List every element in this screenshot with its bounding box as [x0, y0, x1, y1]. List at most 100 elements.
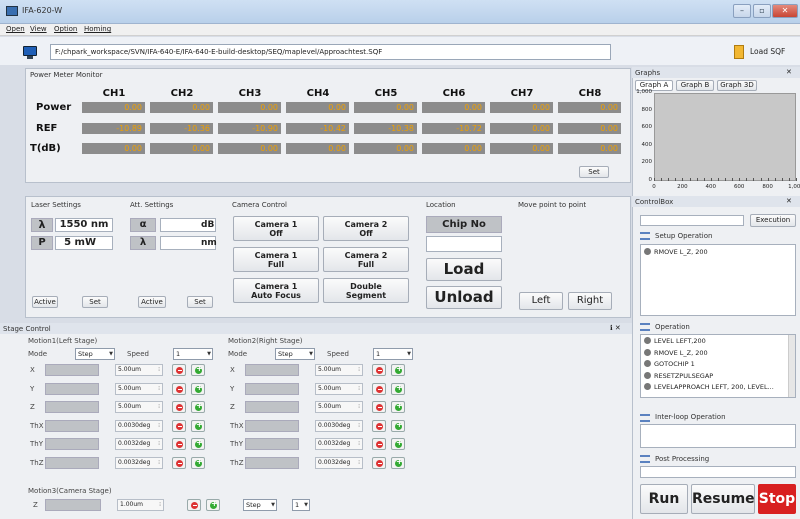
motion2-z-plus-icon[interactable] — [391, 401, 405, 413]
motion2-x-minus-icon[interactable] — [372, 364, 386, 376]
motion1-y-step[interactable]: 5.00um — [115, 382, 163, 395]
motion2-x-plus-icon[interactable] — [391, 364, 405, 376]
operation-item[interactable]: GOTOCHIP 1 — [644, 360, 786, 368]
laser-active-button[interactable]: Active — [32, 296, 58, 308]
motion1-x-step[interactable]: 5.00um — [115, 364, 163, 376]
interloop-list[interactable] — [640, 424, 796, 448]
motion2-thz-minus-icon[interactable] — [372, 456, 386, 469]
x-tick-mark — [689, 178, 691, 181]
minimize-button[interactable]: – — [733, 4, 751, 18]
run-button[interactable]: Run — [640, 484, 688, 514]
execution-button[interactable]: Execution — [750, 214, 796, 227]
motion1-thx-step[interactable]: 0.0030deg — [115, 419, 163, 432]
power-meter-set-button[interactable]: Set — [579, 166, 609, 178]
motion1-z-step[interactable]: 5.00um — [115, 401, 163, 413]
motion2-z-minus-icon[interactable] — [372, 401, 386, 413]
menu-open[interactable]: Open — [6, 25, 25, 33]
move-right-button[interactable]: Right — [568, 292, 612, 310]
operation-item[interactable]: RMOVE L_Z, 200 — [644, 348, 786, 357]
motion2-thx-minus-icon[interactable] — [372, 419, 386, 432]
motion1-thz-minus-icon[interactable] — [172, 456, 186, 469]
motion3-mode-select[interactable]: Step — [243, 499, 277, 511]
motion2-y-minus-icon[interactable] — [372, 382, 386, 395]
resume-button[interactable]: Resume — [691, 484, 755, 514]
double-segment-button[interactable]: Double Segment — [323, 278, 409, 303]
tab-graph-3d[interactable]: Graph 3D — [717, 80, 757, 91]
maximize-button[interactable]: ▫ — [753, 4, 771, 18]
motion2-thz-plus-icon[interactable] — [391, 456, 405, 469]
laser-wavelength-field[interactable]: 1550 nm — [55, 218, 113, 232]
motion1-thy-plus-icon[interactable] — [191, 438, 205, 450]
motion3-z-plus-icon[interactable] — [206, 499, 220, 511]
tab-graph-b[interactable]: Graph B — [676, 80, 714, 91]
setup-item[interactable]: RMOVE L_Z, 200 — [644, 248, 708, 256]
camera2-full-button[interactable]: Camera 2 Full — [323, 247, 409, 272]
motion2-mode-select[interactable]: Step — [275, 348, 315, 360]
dock-pin-icon[interactable]: ℹ ✕ — [610, 324, 621, 332]
laser-set-button[interactable]: Set — [82, 296, 108, 308]
motion1-thz-plus-icon[interactable] — [191, 456, 205, 469]
chip-no-field[interactable] — [426, 236, 502, 252]
motion2-thy-minus-icon[interactable] — [372, 438, 386, 450]
motion1-y-plus-icon[interactable] — [191, 382, 205, 395]
motion1-x-minus-icon[interactable] — [172, 364, 186, 376]
menu-view[interactable]: View — [30, 25, 47, 33]
sqf-path-field[interactable]: F:/chpark_workspace/SVN/IFA-640-E/IFA-64… — [50, 44, 611, 60]
graphs-close-icon[interactable]: ✕ — [786, 68, 792, 76]
camera1-off-button[interactable]: Camera 1 Off — [233, 216, 319, 241]
motion1-x-plus-icon[interactable] — [191, 364, 205, 376]
controlbox-close-icon[interactable]: ✕ — [786, 197, 792, 205]
motion1-mode-select[interactable]: Step — [75, 348, 115, 360]
channel-header-7: CH7 — [510, 88, 534, 99]
folder-icon[interactable] — [734, 45, 744, 59]
motion2-thx-step[interactable]: 0.0030deg — [315, 419, 363, 432]
motion3-z-step[interactable]: 1.00um — [117, 499, 164, 511]
camera1-autofocus-button[interactable]: Camera 1 Auto Focus — [233, 278, 319, 303]
att-active-button[interactable]: Active — [138, 296, 166, 308]
motion3-speed-select[interactable]: 1 — [292, 499, 310, 511]
motion1-thz-step[interactable]: 0.0032deg — [115, 456, 163, 469]
menu-homing[interactable]: Homing — [84, 25, 111, 33]
operation-item-label: RESETZPULSEGAP — [654, 371, 714, 380]
menu-option[interactable]: Option — [54, 25, 77, 33]
command-input[interactable] — [640, 215, 744, 226]
motion1-thy-step[interactable]: 0.0032deg — [115, 438, 163, 450]
motion2-x-step[interactable]: 5.00um — [315, 364, 363, 376]
load-sqf-button[interactable]: Load SQF — [750, 47, 785, 56]
operation-item[interactable]: LEVEL LEFT,200 — [644, 337, 786, 345]
motion2-thx-plus-icon[interactable] — [391, 419, 405, 432]
motion1-z-minus-icon[interactable] — [172, 401, 186, 413]
load-button[interactable]: Load — [426, 258, 502, 281]
motion2-thy-plus-icon[interactable] — [391, 438, 405, 450]
motion1-z-plus-icon[interactable] — [191, 401, 205, 413]
motion2-y-plus-icon[interactable] — [391, 382, 405, 395]
window-title: IFA-620-W — [22, 6, 63, 15]
operation-item[interactable]: RESETZPULSEGAP — [644, 371, 786, 380]
power-cell: -10.38 — [354, 123, 417, 134]
motion1-thx-minus-icon[interactable] — [172, 419, 186, 432]
att-set-button[interactable]: Set — [187, 296, 213, 308]
unload-button[interactable]: Unload — [426, 286, 502, 309]
motion1-thx-plus-icon[interactable] — [191, 419, 205, 432]
motion1-y-minus-icon[interactable] — [172, 382, 186, 395]
camera2-off-button[interactable]: Camera 2 Off — [323, 216, 409, 241]
motion1-thy-minus-icon[interactable] — [172, 438, 186, 450]
motion2-y-step[interactable]: 5.00um — [315, 382, 363, 395]
camera1-full-button[interactable]: Camera 1 Full — [233, 247, 319, 272]
interloop-title: Inter-loop Operation — [655, 413, 726, 421]
move-left-button[interactable]: Left — [519, 292, 563, 310]
motion2-z-step[interactable]: 5.00um — [315, 401, 363, 413]
motion2-thy-step[interactable]: 0.0032deg — [315, 438, 363, 450]
motion2-speed-select[interactable]: 1 — [373, 348, 413, 360]
post-processing-list[interactable] — [640, 466, 796, 478]
stop-button[interactable]: Stop — [758, 484, 796, 514]
operation-item[interactable]: LEVELAPPROACH LEFT, 200, LEVEL... — [644, 383, 786, 391]
x-tick-mark — [703, 178, 705, 181]
laser-power-field[interactable]: 5 mW — [55, 236, 113, 250]
motion1-speed-select[interactable]: 1 — [173, 348, 213, 360]
operation-scrollbar[interactable] — [788, 335, 795, 397]
motion2-thz-step[interactable]: 0.0032deg — [315, 456, 363, 469]
motion3-z-minus-icon[interactable] — [187, 499, 201, 511]
close-button[interactable]: ✕ — [772, 4, 798, 18]
channel-header-2: CH2 — [170, 88, 194, 99]
